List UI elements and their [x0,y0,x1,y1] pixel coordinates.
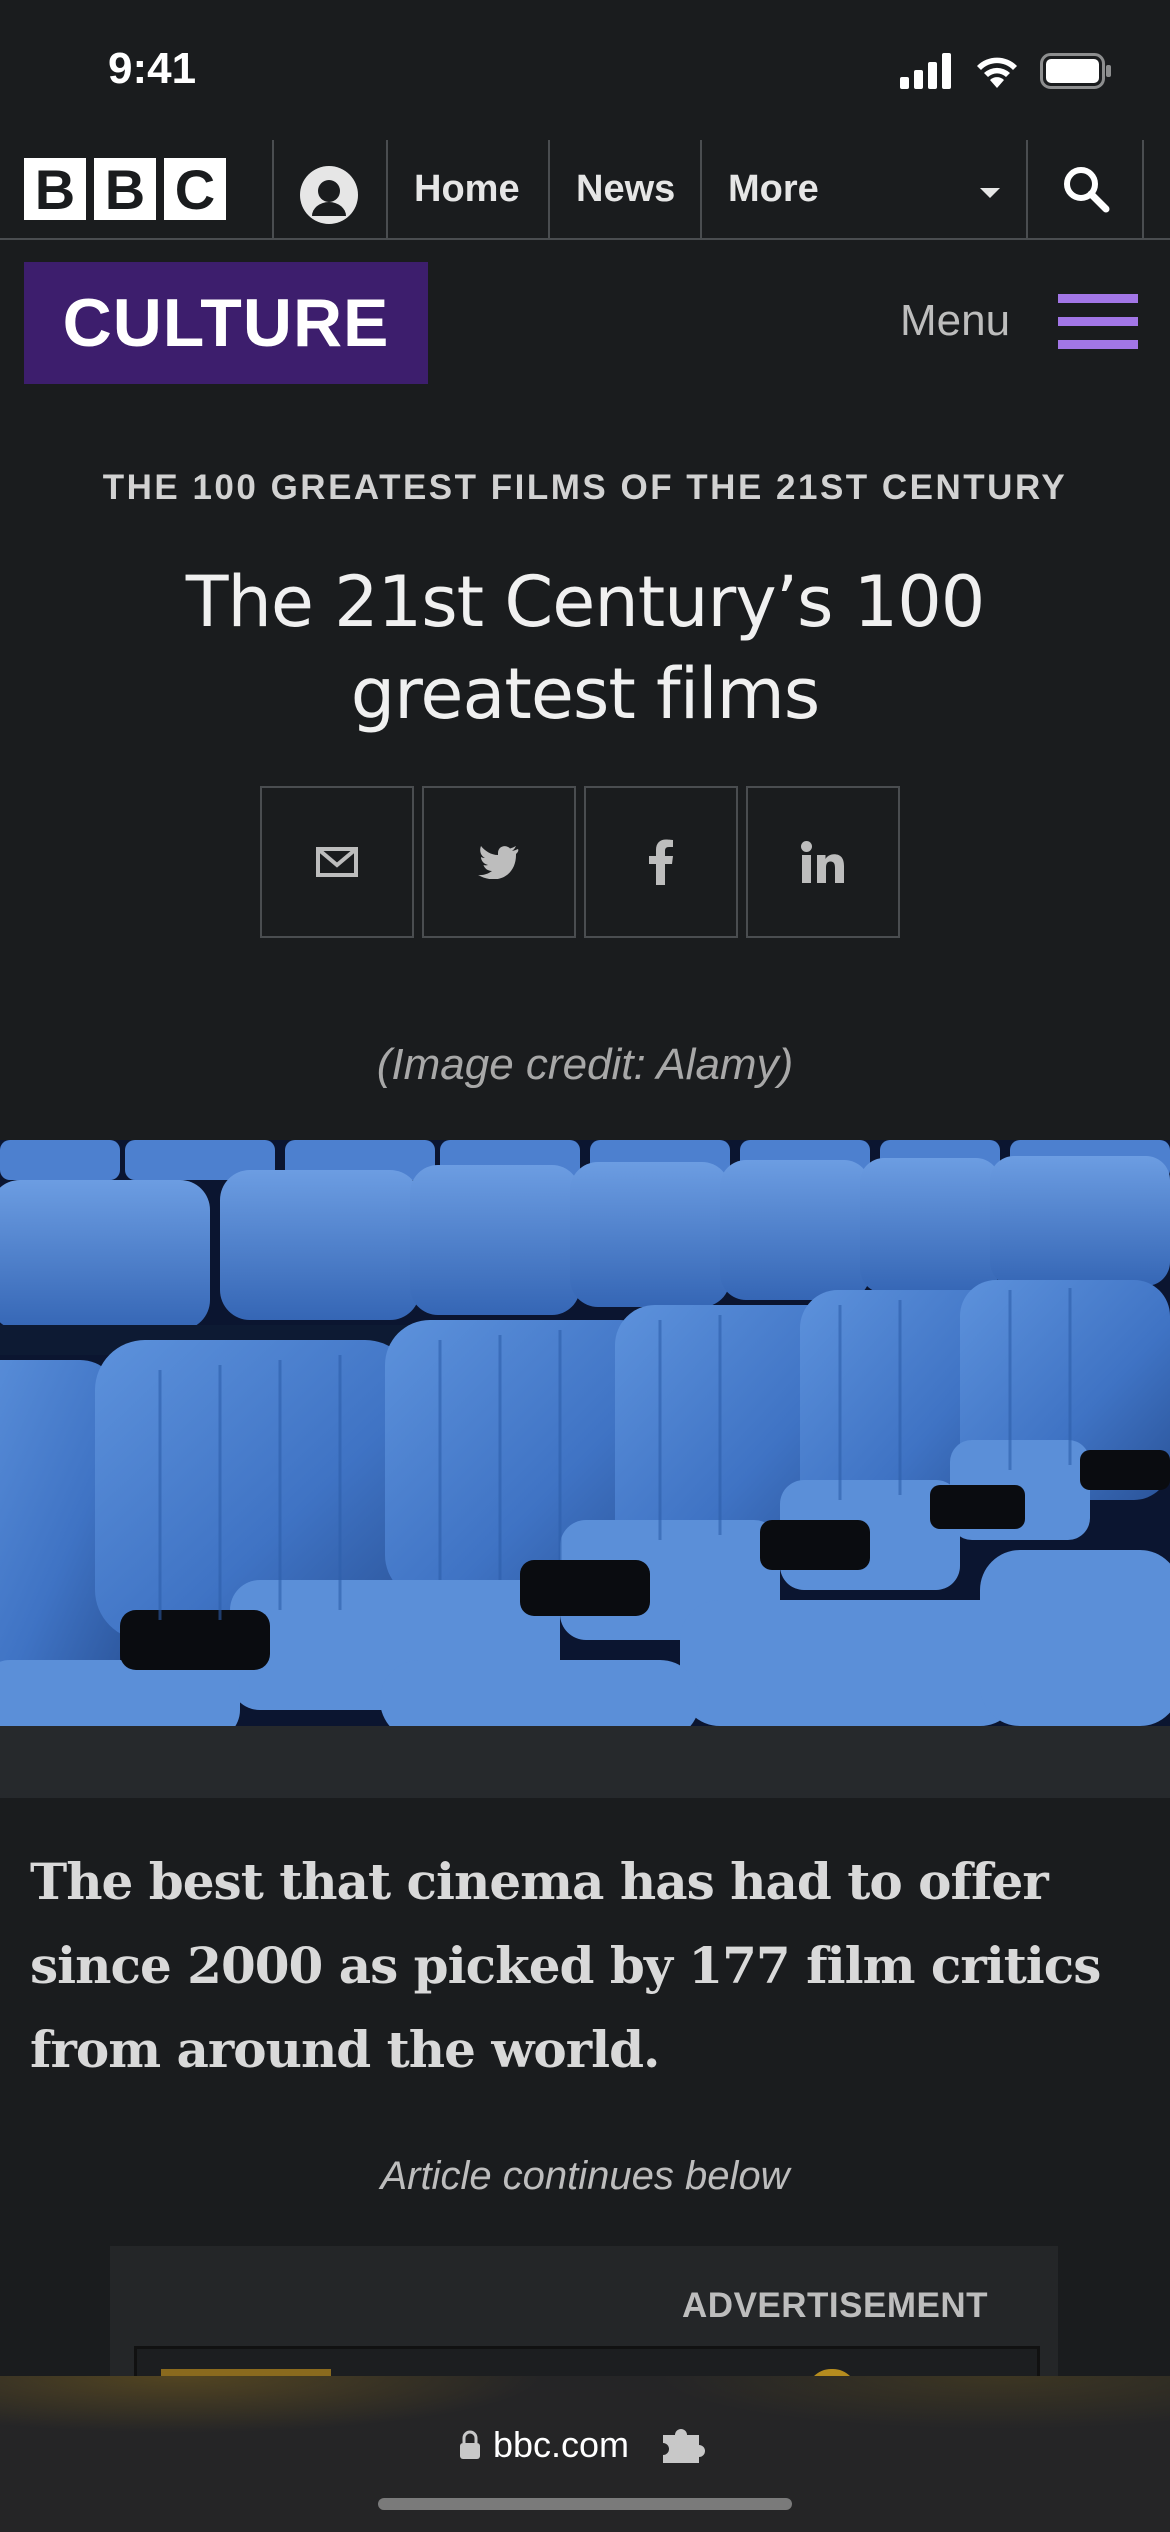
share-facebook-button[interactable] [584,786,738,938]
extension-puzzle-icon[interactable] [659,2425,711,2465]
article-kicker[interactable]: THE 100 GREATEST FILMS OF THE 21ST CENTU… [0,468,1170,508]
nav-divider [1026,140,1028,238]
browser-toolbar: bbc.com [0,2376,1170,2532]
article-headline: The 21st Century’s 100 greatest films [185,561,986,735]
status-icons [900,52,1112,90]
bbc-logo[interactable]: B B C [24,158,226,221]
article-standfirst: The best that cinema has had to offer si… [30,1852,1101,2079]
address-bar[interactable]: bbc.com [0,2424,1170,2466]
lock-icon [459,2430,480,2459]
nav-link-more[interactable]: More [728,140,819,238]
nav-link-news[interactable]: News [576,140,675,238]
nav-divider [272,140,274,238]
url-text: bbc.com [492,2424,630,2465]
nav-divider [548,140,550,238]
bbc-navbar: B B C Home News More [0,140,1170,240]
share-twitter-button[interactable] [422,786,576,938]
bbc-logo-letter: C [164,158,226,221]
image-caption-strip [0,1726,1170,1798]
twitter-icon [478,846,519,879]
search-icon [1064,167,1110,213]
search-button[interactable] [1030,140,1142,238]
hero-image [0,1140,1170,1726]
nav-divider [700,140,702,238]
nav-divider [386,140,388,238]
signal-icon [900,53,951,89]
status-time: 9:41 [108,44,197,93]
article-continues-label: Article continues below [380,2154,790,2198]
hamburger-menu-icon[interactable] [1058,294,1138,350]
share-bar [260,786,900,938]
facebook-icon [649,839,673,885]
section-header: CULTURE Menu [0,240,1170,400]
share-email-button[interactable] [260,786,414,938]
email-icon [316,847,358,877]
nav-divider [1142,140,1144,238]
bbc-logo-letter: B [24,158,86,221]
linkedin-icon [801,841,844,883]
bbc-logo-letter: B [94,158,156,221]
chevron-down-icon[interactable] [980,188,1000,198]
image-credit: (Image credit: Alamy) [376,1040,794,1089]
menu-label[interactable]: Menu [900,296,1010,346]
battery-icon [1040,53,1111,89]
home-indicator[interactable] [378,2498,792,2510]
culture-logo[interactable]: CULTURE [24,262,428,384]
share-linkedin-button[interactable] [746,786,900,938]
account-icon[interactable] [300,166,358,224]
nav-link-home[interactable]: Home [414,140,520,238]
cinema-seats-illustration [0,1140,1170,1726]
wifi-icon [977,57,1017,88]
status-bar: 9:41 [0,0,1170,140]
advertisement-label: ADVERTISEMENT [682,2286,988,2325]
